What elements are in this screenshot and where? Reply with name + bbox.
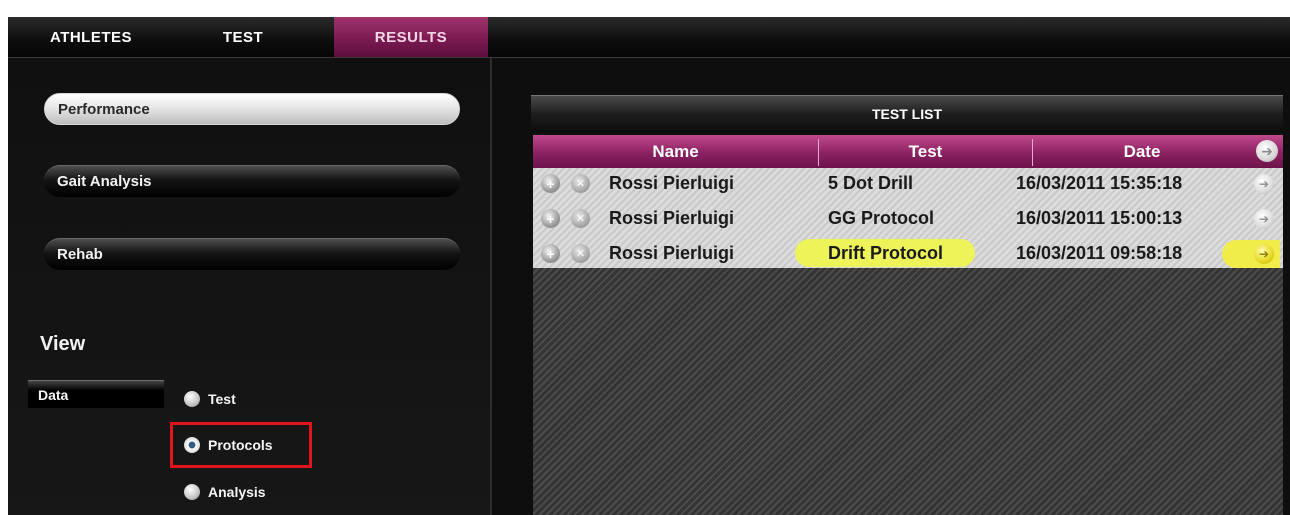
view-heading: View xyxy=(40,333,86,355)
add-icon[interactable]: + xyxy=(541,209,560,228)
radio-button-icon[interactable] xyxy=(184,484,200,500)
tab-athletes[interactable]: ATHLETES xyxy=(26,17,156,57)
column-header-test[interactable]: Test xyxy=(819,135,1032,168)
row-test: 5 Dot Drill xyxy=(828,173,914,193)
delete-icon[interactable]: ✕ xyxy=(571,209,590,228)
row-date: 16/03/2011 09:58:18 xyxy=(1016,243,1183,263)
top-nav: ATHLETES TEST RESULTS xyxy=(8,17,1290,58)
open-arrow-icon[interactable]: ➔ xyxy=(1254,244,1274,264)
row-test: GG Protocol xyxy=(828,208,935,228)
column-header-name[interactable]: Name xyxy=(533,135,818,168)
gait-analysis-button[interactable]: Gait Analysis xyxy=(44,165,460,197)
empty-list-area xyxy=(533,268,1283,515)
add-icon[interactable]: + xyxy=(541,174,560,193)
row-date: 16/03/2011 15:35:18 xyxy=(1016,173,1183,193)
rehab-button[interactable]: Rehab xyxy=(44,238,460,270)
delete-icon[interactable]: ✕ xyxy=(571,174,590,193)
row-date: 16/03/2011 15:00:13 xyxy=(1016,208,1183,228)
radio-analysis-label: Analysis xyxy=(208,484,266,500)
radio-test-label: Test xyxy=(208,391,236,407)
next-arrow-icon[interactable]: ➔ xyxy=(1256,140,1278,162)
add-icon[interactable]: + xyxy=(541,244,560,263)
tab-results[interactable]: RESULTS xyxy=(334,17,488,57)
radio-button-icon[interactable] xyxy=(184,391,200,407)
test-list-title: TEST LIST xyxy=(531,95,1283,132)
table-header: Name Test Date ➔ xyxy=(533,135,1283,168)
row-name: Rossi Pierluigi xyxy=(609,243,735,263)
radio-test[interactable]: Test xyxy=(184,388,236,410)
table-row[interactable]: + ✕ Rossi Pierluigi GG Protocol 16/03/20… xyxy=(533,203,1283,234)
column-header-date[interactable]: Date xyxy=(1033,135,1251,168)
row-test: Drift Protocol xyxy=(828,243,943,263)
open-arrow-icon[interactable]: ➔ xyxy=(1254,209,1274,229)
row-name: Rossi Pierluigi xyxy=(609,173,735,193)
annotation-highlight-box xyxy=(170,422,312,468)
row-name: Rossi Pierluigi xyxy=(609,208,735,228)
table-row[interactable]: + ✕ Rossi Pierluigi 5 Dot Drill 16/03/20… xyxy=(533,168,1283,199)
table-row[interactable]: + ✕ Rossi Pierluigi Drift Protocol 16/03… xyxy=(533,238,1283,269)
data-tab[interactable]: Data xyxy=(28,380,164,408)
performance-button[interactable]: Performance xyxy=(44,93,460,125)
open-arrow-icon[interactable]: ➔ xyxy=(1254,174,1274,194)
tab-test[interactable]: TEST xyxy=(193,17,293,57)
delete-icon[interactable]: ✕ xyxy=(571,244,590,263)
radio-analysis[interactable]: Analysis xyxy=(184,481,266,503)
